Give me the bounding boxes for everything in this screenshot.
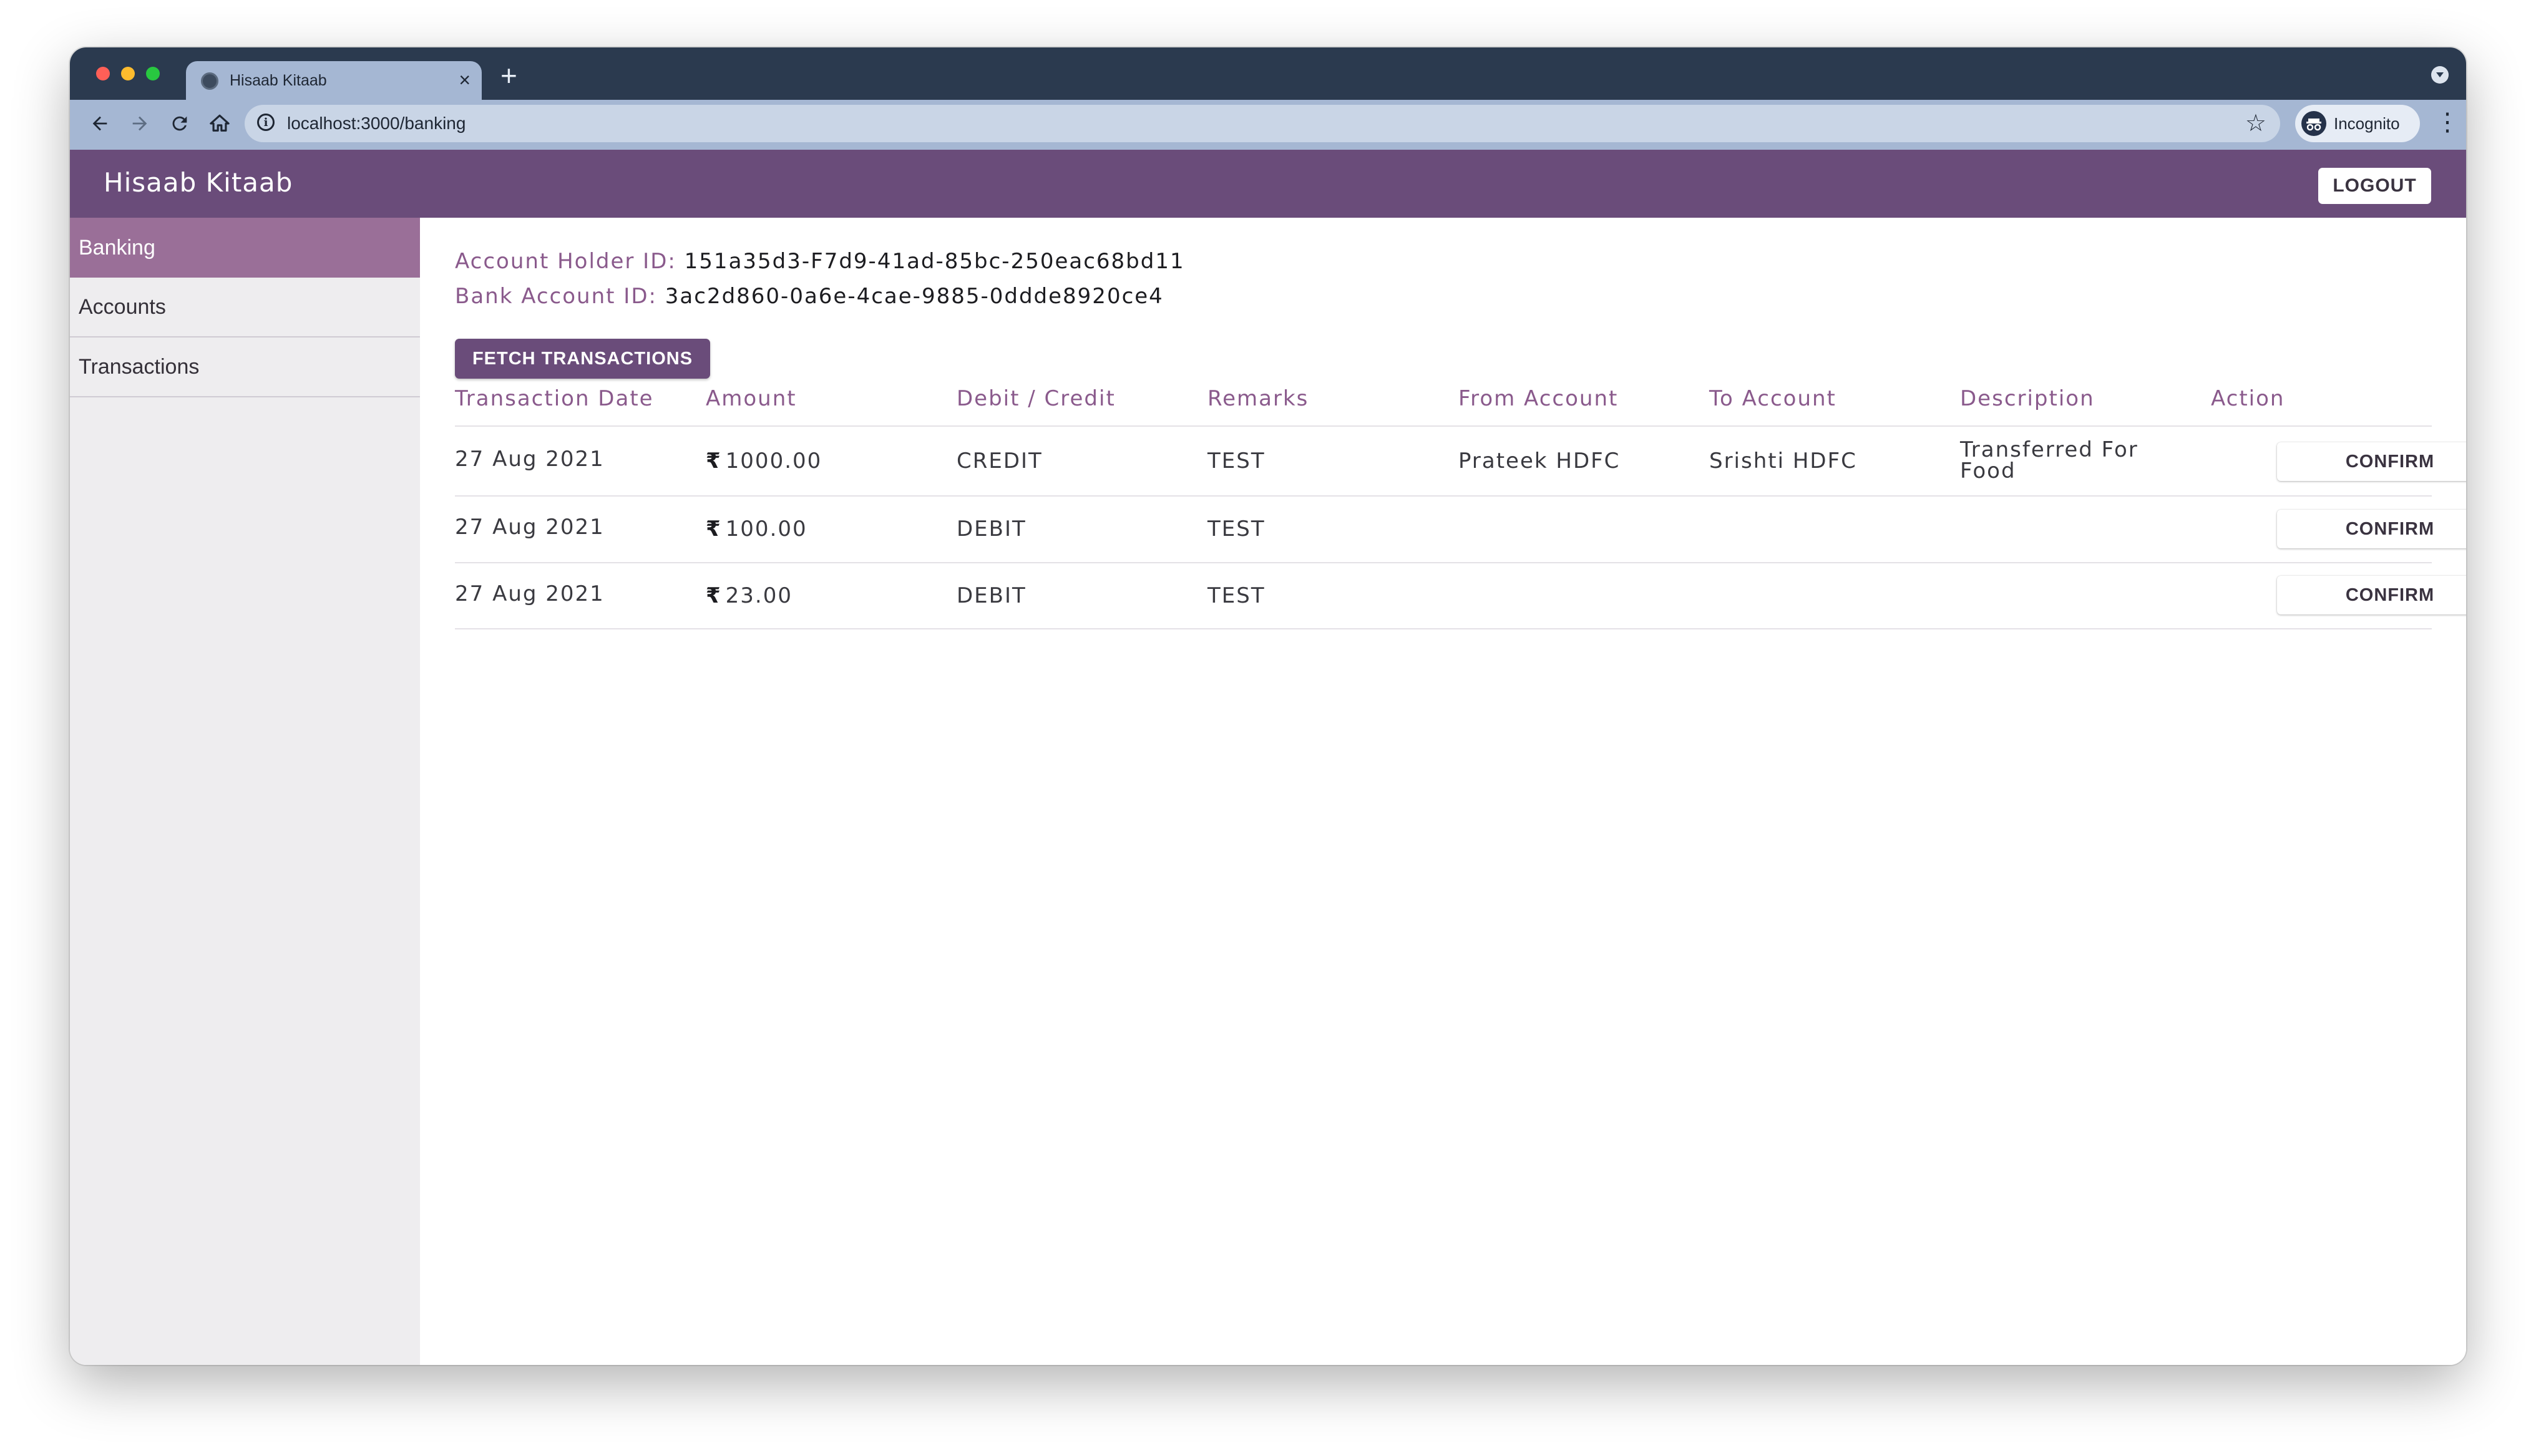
main-content: Account Holder ID: 151a35d3-F7d9-41ad-85…	[420, 218, 2466, 1365]
browser-toolbar: i localhost:3000/banking ☆ Incognito ⋮	[70, 100, 2466, 150]
account-holder-label: Account Holder ID:	[455, 249, 676, 274]
profile-label: Incognito	[2334, 114, 2400, 133]
bank-account-id: 3ac2d860-0a6e-4cae-9885-0ddde8920ce4	[665, 284, 1164, 309]
tab-search-icon[interactable]	[2431, 66, 2449, 84]
confirm-button[interactable]: CONFIRM	[2277, 576, 2466, 614]
cell-to-account: Srishti HDFC	[1709, 449, 1857, 473]
cell-from-account: Prateek HDFC	[1458, 449, 1621, 473]
globe-icon	[201, 72, 218, 90]
amount-value: 1000.00	[725, 449, 822, 473]
cell-amount: ₹100.00	[706, 517, 807, 541]
cell-type: DEBIT	[957, 583, 1027, 608]
column-header-action: Action	[2211, 386, 2285, 411]
rupee-icon: ₹	[706, 449, 722, 473]
arrow-right-icon	[132, 116, 147, 131]
address-bar[interactable]: i localhost:3000/banking ☆	[245, 105, 2280, 142]
forward-button[interactable]	[124, 107, 156, 140]
close-window-button[interactable]	[96, 67, 110, 80]
browser-tab[interactable]: Hisaab Kitaab ×	[186, 61, 482, 100]
cell-date: 27 Aug 2021	[455, 447, 605, 472]
reload-button[interactable]	[163, 107, 196, 140]
bank-account-line: Bank Account ID: 3ac2d860-0a6e-4cae-9885…	[455, 284, 1164, 309]
confirm-button[interactable]: CONFIRM	[2277, 510, 2466, 548]
sidebar: Banking Accounts Transactions	[70, 218, 420, 1365]
tab-close-icon[interactable]: ×	[459, 69, 471, 91]
info-icon[interactable]: i	[257, 114, 275, 131]
sidebar-item-transactions[interactable]: Transactions	[70, 337, 420, 397]
tab-strip: Hisaab Kitaab × +	[70, 47, 2466, 100]
tab-title: Hisaab Kitaab	[230, 72, 327, 89]
reload-icon	[172, 116, 187, 131]
sidebar-item-label: Banking	[79, 235, 155, 260]
cell-type: CREDIT	[957, 449, 1043, 473]
account-holder-id: 151a35d3-F7d9-41ad-85bc-250eac68bd11	[684, 249, 1185, 274]
minimize-window-button[interactable]	[121, 67, 135, 80]
cell-amount: ₹23.00	[706, 583, 792, 608]
home-icon	[210, 114, 230, 132]
confirm-button[interactable]: CONFIRM	[2277, 442, 2466, 481]
rupee-icon: ₹	[706, 583, 722, 608]
amount-value: 23.00	[725, 583, 793, 608]
app-title: Hisaab Kitaab	[104, 167, 293, 198]
amount-value: 100.00	[725, 517, 807, 541]
bank-account-label: Bank Account ID:	[455, 284, 657, 309]
profile-button[interactable]: Incognito	[2295, 105, 2420, 142]
cell-date: 27 Aug 2021	[455, 515, 605, 540]
arrow-left-icon	[92, 116, 107, 131]
sidebar-item-accounts[interactable]: Accounts	[70, 278, 420, 337]
column-header-to-account: To Account	[1709, 386, 1836, 411]
cell-date: 27 Aug 2021	[455, 581, 605, 606]
column-header-description: Description	[1960, 386, 2095, 411]
sidebar-item-banking[interactable]: Banking	[70, 218, 420, 278]
column-header-from-account: From Account	[1458, 386, 1619, 411]
incognito-icon	[2301, 111, 2326, 136]
kebab-menu-icon[interactable]: ⋮	[2435, 110, 2460, 135]
cell-remarks: TEST	[1207, 517, 1266, 541]
logout-button[interactable]: LOGOUT	[2318, 168, 2431, 204]
bookmark-star-icon[interactable]: ☆	[2245, 110, 2266, 137]
column-header-date: Transaction Date	[455, 386, 654, 411]
maximize-window-button[interactable]	[146, 67, 160, 80]
cell-description: Transferred For Food	[1960, 437, 2139, 483]
cell-amount: ₹1000.00	[706, 449, 822, 473]
url-text[interactable]: localhost:3000/banking	[287, 114, 466, 133]
account-holder-line: Account Holder ID: 151a35d3-F7d9-41ad-85…	[455, 249, 1185, 274]
browser-window: Hisaab Kitaab × + i localhost:3000/banki…	[70, 47, 2466, 1365]
app-bar: Hisaab Kitaab LOGOUT	[70, 150, 2466, 218]
cell-remarks: TEST	[1207, 449, 1266, 473]
fetch-transactions-button[interactable]: FETCH TRANSACTIONS	[455, 339, 710, 379]
back-button[interactable]	[84, 107, 116, 140]
sidebar-item-label: Transactions	[79, 354, 200, 379]
cell-remarks: TEST	[1207, 583, 1266, 608]
column-header-debit-credit: Debit / Credit	[957, 386, 1116, 411]
sidebar-item-label: Accounts	[79, 294, 166, 319]
home-button[interactable]	[203, 107, 236, 140]
column-header-remarks: Remarks	[1207, 386, 1309, 411]
new-tab-button[interactable]: +	[500, 61, 517, 90]
rupee-icon: ₹	[706, 517, 722, 541]
cell-type: DEBIT	[957, 517, 1027, 541]
column-header-amount: Amount	[706, 386, 797, 411]
